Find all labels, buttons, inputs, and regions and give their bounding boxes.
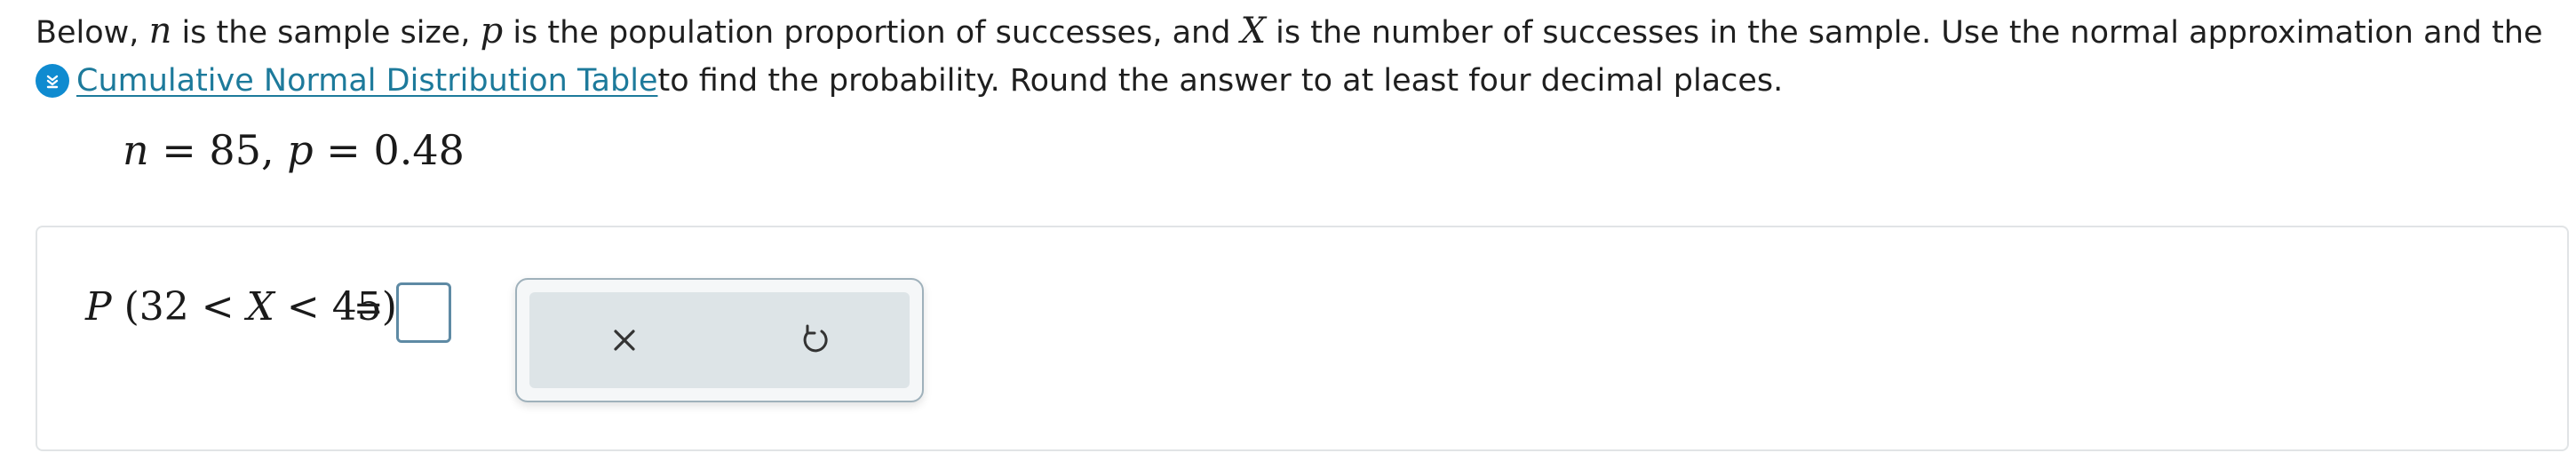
intro-text-5: to find the probability. Round the answe… xyxy=(657,63,1784,99)
intro-text-3: is the population proportion of successe… xyxy=(503,15,1241,51)
probability-expression: P (32 < X < 45) xyxy=(85,284,397,330)
answer-toolbar xyxy=(515,278,924,402)
undo-icon xyxy=(803,324,828,353)
problem-line-1: Below, n is the sample size, p is the po… xyxy=(36,7,2567,57)
given-n-value: = 85, xyxy=(148,126,288,174)
answer-input[interactable] xyxy=(396,282,451,343)
var-p: p xyxy=(480,11,504,52)
given-p-var: p xyxy=(287,126,314,174)
problem-statement: Below, n is the sample size, p is the po… xyxy=(36,7,2567,105)
prob-open: (32 < xyxy=(111,284,247,330)
prob-x-var: X xyxy=(246,284,274,330)
intro-text-2: is the sample size, xyxy=(171,15,481,51)
given-values: n = 85, p = 0.48 xyxy=(123,126,465,174)
given-n-var: n xyxy=(123,126,149,174)
answer-toolbar-inner xyxy=(529,292,910,388)
intro-text-1: Below, xyxy=(36,15,149,51)
equals-sign: = xyxy=(354,288,384,329)
var-n: n xyxy=(148,11,172,52)
prob-p-var: P xyxy=(85,284,112,330)
cumulative-normal-table-link[interactable]: Cumulative Normal Distribution Table xyxy=(76,57,657,105)
problem-line-2: Cumulative Normal Distribution Table to … xyxy=(36,57,2567,105)
given-p-value: = 0.48 xyxy=(313,126,465,174)
undo-button[interactable] xyxy=(779,305,850,376)
table-dropdown-icon[interactable] xyxy=(36,64,69,98)
intro-text-4: is the number of successes in the sample… xyxy=(1266,15,2543,51)
close-icon xyxy=(614,330,635,351)
clear-button[interactable] xyxy=(589,305,660,376)
var-x: X xyxy=(1240,11,1267,52)
